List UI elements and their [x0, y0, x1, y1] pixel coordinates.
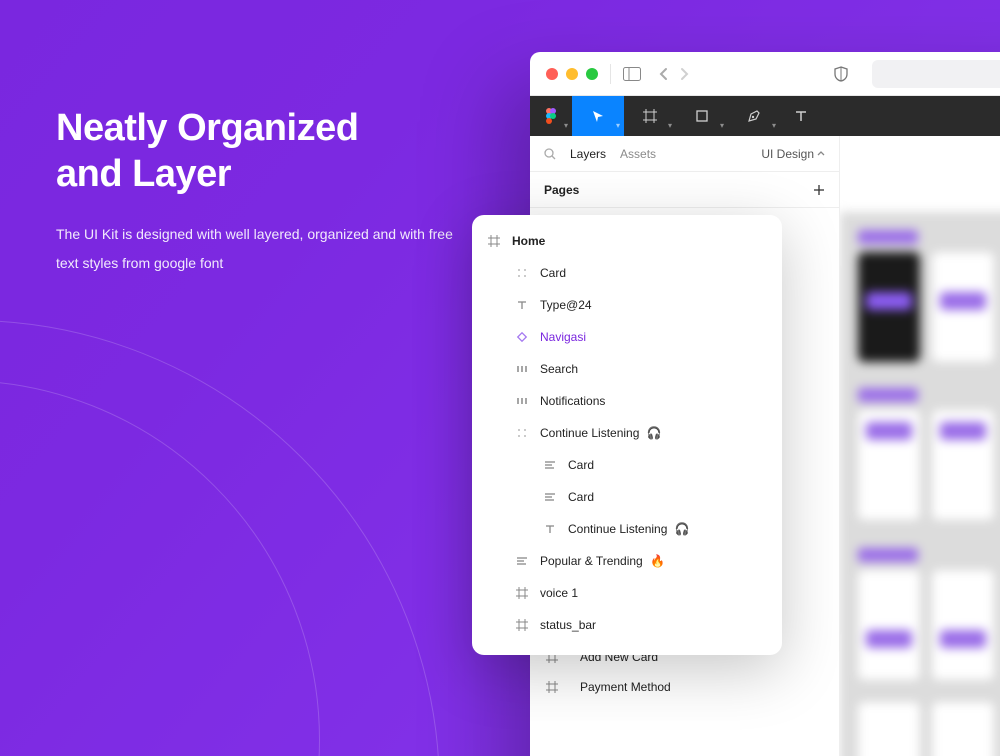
lines-icon	[514, 553, 530, 569]
layer-label: Payment Method	[580, 680, 671, 694]
frame-icon	[514, 617, 530, 633]
layer-row[interactable]: Card	[472, 257, 782, 289]
layer-row[interactable]: status_bar	[472, 609, 782, 641]
layer-label: Notifications	[540, 394, 605, 408]
hero: Neatly Organized and Layer The UI Kit is…	[56, 105, 476, 279]
layer-label: Home	[512, 234, 545, 248]
browser-titlebar	[530, 52, 1000, 96]
pages-section[interactable]: Pages	[530, 172, 839, 208]
close-icon[interactable]	[546, 68, 558, 80]
lines-icon	[542, 457, 558, 473]
shape-tool[interactable]: ▾	[676, 96, 728, 136]
design-canvas[interactable]	[840, 212, 1000, 756]
layer-label: Popular & Trending 🔥	[540, 554, 665, 568]
layer-row[interactable]: Popular & Trending 🔥	[472, 545, 782, 577]
tab-assets[interactable]: Assets	[620, 147, 656, 161]
layer-row[interactable]: Search	[472, 353, 782, 385]
frame-tool[interactable]: ▾	[624, 96, 676, 136]
pen-tool[interactable]: ▾	[728, 96, 780, 136]
search-icon[interactable]	[544, 148, 556, 160]
lines-icon	[542, 489, 558, 505]
layer-label: Navigasi	[540, 330, 586, 344]
chevron-up-icon	[817, 150, 825, 158]
hero-subtitle: The UI Kit is designed with well layered…	[56, 220, 476, 279]
menu-tool[interactable]: ▾	[530, 96, 572, 136]
layer-row[interactable]: Card	[472, 449, 782, 481]
window-controls[interactable]	[546, 68, 598, 80]
text-icon	[514, 297, 530, 313]
panel-tabs: Layers Assets UI Design	[530, 136, 839, 172]
nav-forward-icon[interactable]	[679, 67, 689, 81]
frame-icon	[514, 585, 530, 601]
frame-icon	[486, 233, 502, 249]
hero-title: Neatly Organized and Layer	[56, 105, 476, 198]
nav-back-icon[interactable]	[659, 67, 669, 81]
app-toolbar: ▾ ▾ ▾ ▾ ▾	[530, 96, 1000, 136]
diamond-icon	[514, 329, 530, 345]
shield-icon[interactable]	[834, 66, 848, 82]
text-icon	[542, 521, 558, 537]
layers-popover: Home Card Type@24 Navigasi Search Notificatio…	[472, 215, 782, 655]
layer-row[interactable]: Notifications	[472, 385, 782, 417]
dots-icon	[514, 425, 530, 441]
layer-label: voice 1	[540, 586, 578, 600]
decor-circle	[0, 320, 440, 756]
layer-label: Card	[540, 266, 566, 280]
autol-icon	[514, 393, 530, 409]
zoom-icon[interactable]	[586, 68, 598, 80]
layer-row[interactable]: Continue Listening 🎧	[472, 513, 782, 545]
layer-row[interactable]: Type@24	[472, 289, 782, 321]
layer-label: Continue Listening 🎧	[568, 522, 690, 536]
project-selector[interactable]: UI Design	[761, 147, 825, 161]
layer-row[interactable]: Card	[472, 481, 782, 513]
autol-icon	[514, 361, 530, 377]
text-tool[interactable]	[780, 96, 822, 136]
layer-label: Search	[540, 362, 578, 376]
dots-icon	[514, 265, 530, 281]
add-page-icon[interactable]	[813, 184, 825, 196]
frame-icon	[544, 679, 560, 695]
tab-layers[interactable]: Layers	[570, 147, 606, 161]
layer-row[interactable]: Payment Method	[530, 672, 839, 702]
layer-label: Type@24	[540, 298, 592, 312]
move-tool[interactable]: ▾	[572, 96, 624, 136]
layer-label: Card	[568, 490, 594, 504]
layer-label: Continue Listening 🎧	[540, 426, 662, 440]
sidebar-toggle-icon[interactable]	[623, 67, 641, 81]
layer-row[interactable]: Navigasi	[472, 321, 782, 353]
address-bar[interactable]	[872, 60, 1000, 88]
layer-label: status_bar	[540, 618, 596, 632]
layer-row[interactable]: Continue Listening 🎧	[472, 417, 782, 449]
layer-row[interactable]: voice 1	[472, 577, 782, 609]
layer-row[interactable]: Home	[472, 225, 782, 257]
layer-label: Card	[568, 458, 594, 472]
minimize-icon[interactable]	[566, 68, 578, 80]
